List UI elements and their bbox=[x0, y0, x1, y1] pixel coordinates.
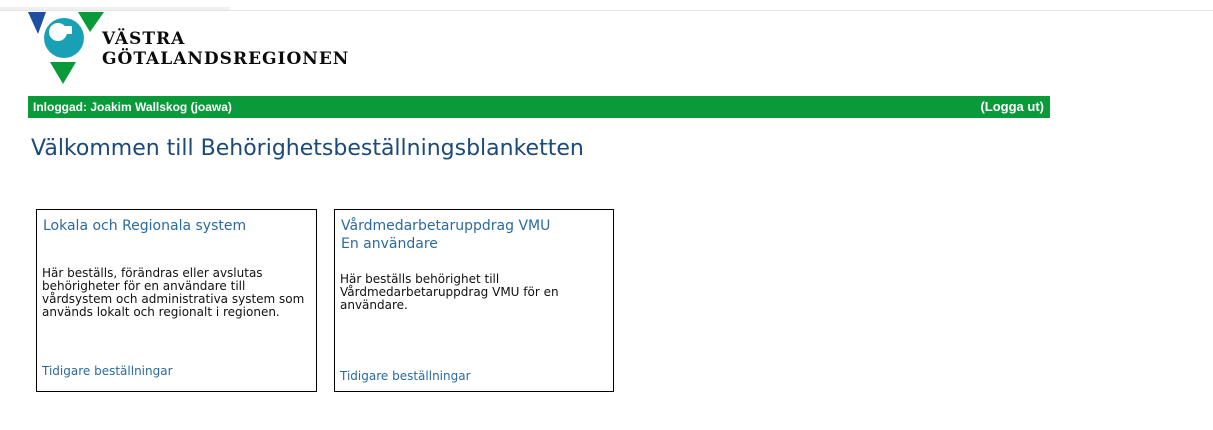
card-local-regional-systems: Lokala och Regionala system Här beställs… bbox=[36, 209, 317, 392]
previous-orders-link[interactable]: Tidigare beställningar bbox=[42, 364, 173, 378]
card-title-line: Lokala och Regionala system bbox=[43, 218, 247, 234]
top-divider bbox=[0, 10, 1213, 11]
card-description: Här beställs, förändras eller avslutas b… bbox=[42, 266, 305, 319]
vgr-logo-text: VÄSTRA GÖTALANDSREGIONEN bbox=[102, 30, 349, 70]
card-title-link[interactable]: Vårdmedarbetaruppdrag VMU En användare bbox=[341, 217, 550, 253]
logout-link[interactable]: (Logga ut) bbox=[980, 99, 1044, 114]
card-title-link[interactable]: Lokala och Regionala system bbox=[43, 217, 246, 235]
card-vmu-single-user: Vårdmedarbetaruppdrag VMU En användare H… bbox=[334, 209, 614, 392]
logo-line-1: VÄSTRA bbox=[102, 29, 186, 49]
card-title-line: Vårdmedarbetaruppdrag VMU bbox=[341, 218, 551, 234]
page-title: Välkommen till Behörighetsbeställningsbl… bbox=[31, 136, 584, 161]
previous-orders-link[interactable]: Tidigare beställningar bbox=[340, 369, 471, 383]
user-status-bar: Inloggad: Joakim Wallskog (joawa) (Logga… bbox=[28, 96, 1050, 118]
logo-line-2: GÖTALANDSREGIONEN bbox=[102, 49, 350, 69]
logged-in-user-label: Inloggad: Joakim Wallskog (joawa) bbox=[33, 100, 232, 114]
card-title-line: En användare bbox=[341, 236, 438, 252]
card-description: Här beställs behörighet till Vårdmedarbe… bbox=[340, 272, 559, 312]
vgr-logo-mark-icon bbox=[28, 12, 104, 84]
vgr-logo: VÄSTRA GÖTALANDSREGIONEN bbox=[28, 12, 368, 88]
